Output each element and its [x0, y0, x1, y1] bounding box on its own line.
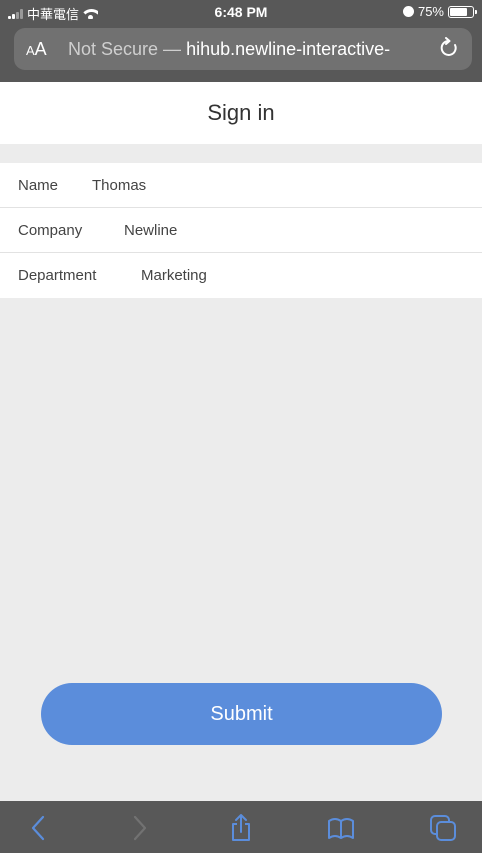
status-right: 75%	[402, 4, 477, 19]
browser-toolbar	[0, 801, 482, 853]
share-icon[interactable]	[226, 813, 256, 843]
status-bar: 中華電信 6:48 PM 75%	[0, 0, 482, 22]
reload-icon[interactable]	[438, 37, 460, 59]
reader-settings-button[interactable]: AA	[26, 39, 47, 60]
submit-button[interactable]: Submit	[41, 683, 442, 745]
company-row[interactable]: Company Newline	[0, 208, 482, 253]
name-row[interactable]: Name Thomas	[0, 163, 482, 208]
url-text[interactable]: Not Secure — hihub.newline-interactive-	[68, 39, 438, 60]
browser-top-chrome: 中華電信 6:48 PM 75% AA Not Secure — hihub.n…	[0, 0, 482, 82]
sign-in-form: Name Thomas Company Newline Department M…	[0, 163, 482, 298]
department-field[interactable]: Marketing	[141, 267, 207, 284]
back-icon[interactable]	[24, 813, 54, 843]
url-host: hihub.newline-interactive-	[186, 39, 391, 59]
page-title: Sign in	[207, 100, 275, 125]
bookmarks-icon[interactable]	[326, 813, 356, 843]
company-label: Company	[18, 222, 83, 239]
forward-icon[interactable]	[124, 813, 154, 843]
company-field[interactable]: Newline	[124, 222, 177, 239]
department-row[interactable]: Department Marketing	[0, 253, 482, 298]
address-bar[interactable]: AA Not Secure — hihub.newline-interactiv…	[14, 28, 472, 70]
department-label: Department	[18, 267, 97, 284]
tabs-icon[interactable]	[428, 813, 458, 843]
name-label: Name	[18, 177, 59, 194]
not-secure-label: Not Secure —	[68, 39, 182, 59]
name-field[interactable]: Thomas	[92, 177, 146, 194]
battery-icon	[448, 5, 477, 18]
battery-percent: 75%	[417, 4, 444, 19]
alarm-icon	[402, 6, 414, 17]
page-header: Sign in	[0, 82, 482, 144]
